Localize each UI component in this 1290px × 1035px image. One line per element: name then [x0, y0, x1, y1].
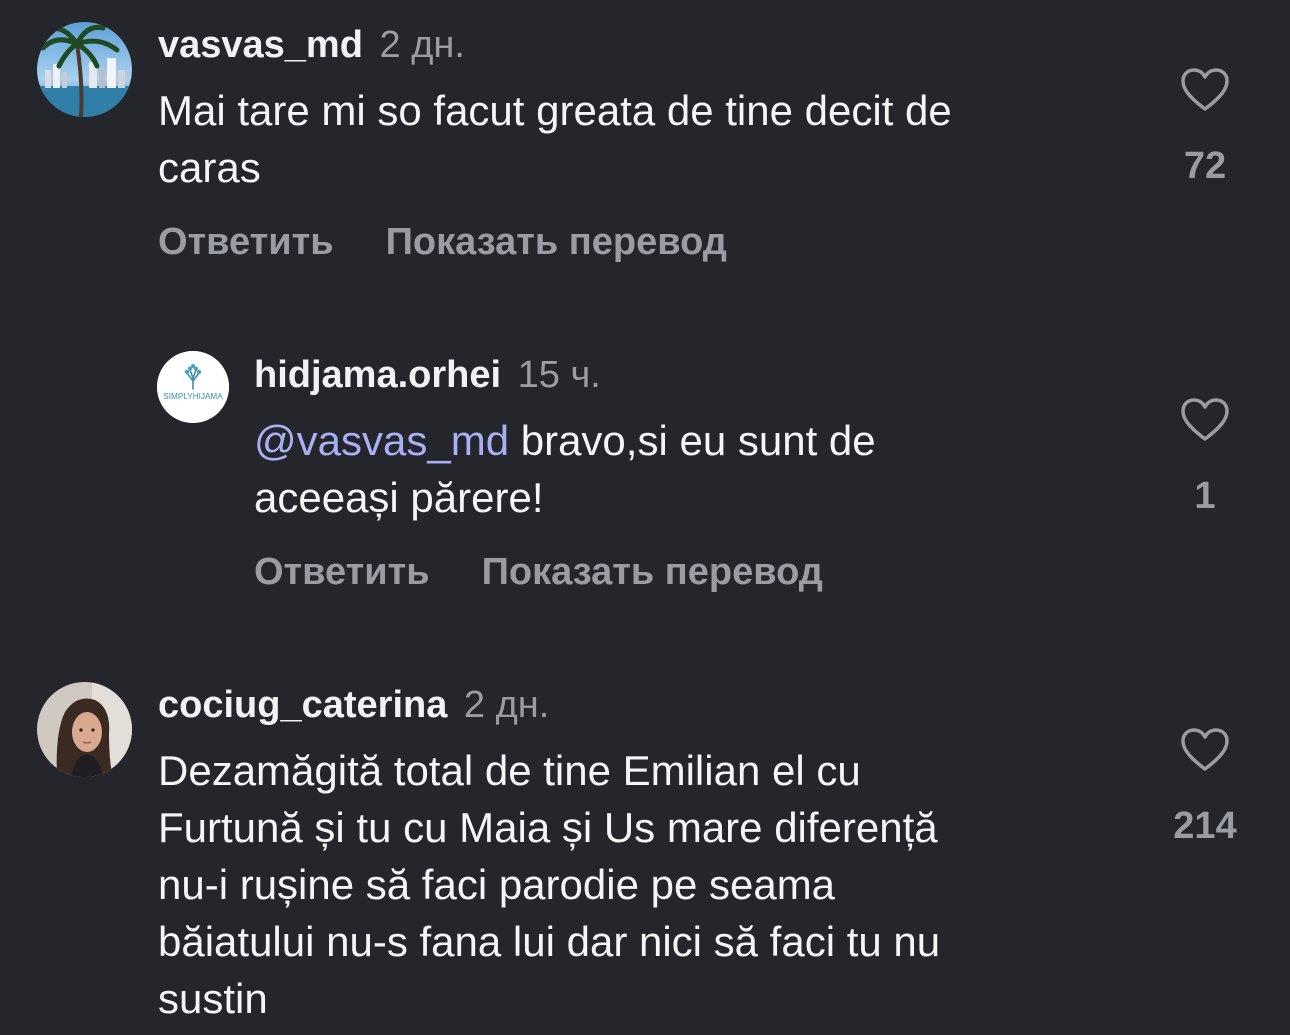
like-control: 214: [1160, 728, 1250, 850]
username[interactable]: hidjama.orhei: [254, 354, 501, 396]
comment-header: hidjama.orhei 15 ч.: [254, 351, 601, 399]
comment-body: Dezamăgită total de tine Emilian el cu F…: [158, 747, 941, 1022]
comment-body: Mai tare mi so facut greata de tine deci…: [158, 87, 952, 191]
username[interactable]: vasvas_md: [158, 24, 363, 66]
reply-button[interactable]: Ответить: [254, 551, 430, 593]
timestamp: 2 дн.: [379, 24, 465, 66]
comment-header: cociug_caterina 2 дн.: [158, 681, 549, 729]
heart-icon[interactable]: [1181, 728, 1229, 772]
avatar[interactable]: SIMPLYHIJAMA: [157, 351, 229, 423]
like-count: 1: [1194, 475, 1216, 517]
comment-text: Dezamăgită total de tine Emilian el cu F…: [158, 742, 1148, 1027]
show-translation-button[interactable]: Показать перевод: [482, 551, 823, 593]
heart-icon[interactable]: [1181, 398, 1229, 442]
comment-actions: Ответить Показать перевод: [158, 218, 727, 266]
heart-icon[interactable]: [1181, 68, 1229, 112]
comment-actions: Ответить Показать перевод: [254, 548, 823, 596]
timestamp: 2 дн.: [463, 684, 550, 726]
user-mention[interactable]: @vasvas_md: [254, 417, 509, 464]
comment-text: @vasvas_md bravo,si eu sunt de aceeași p…: [254, 412, 1154, 526]
simply-hijama-logo-icon: SIMPLYHIJAMA: [157, 351, 229, 423]
like-control: 72: [1160, 68, 1250, 190]
comment-text: Mai tare mi so facut greata de tine deci…: [158, 82, 1148, 196]
palm-beach-photo-icon: [37, 22, 132, 117]
like-control: 1: [1160, 398, 1250, 520]
avatar[interactable]: [37, 22, 132, 117]
like-count: 214: [1173, 805, 1237, 847]
show-translation-button[interactable]: Показать перевод: [386, 221, 727, 263]
logo-text: SIMPLYHIJAMA: [163, 392, 223, 401]
like-count: 72: [1183, 145, 1227, 187]
comment-header: vasvas_md 2 дн.: [158, 21, 465, 69]
portrait-photo-icon: [37, 682, 132, 777]
username[interactable]: cociug_caterina: [158, 684, 447, 726]
timestamp: 15 ч.: [517, 354, 601, 396]
avatar[interactable]: [37, 682, 132, 777]
reply-button[interactable]: Ответить: [158, 221, 334, 263]
